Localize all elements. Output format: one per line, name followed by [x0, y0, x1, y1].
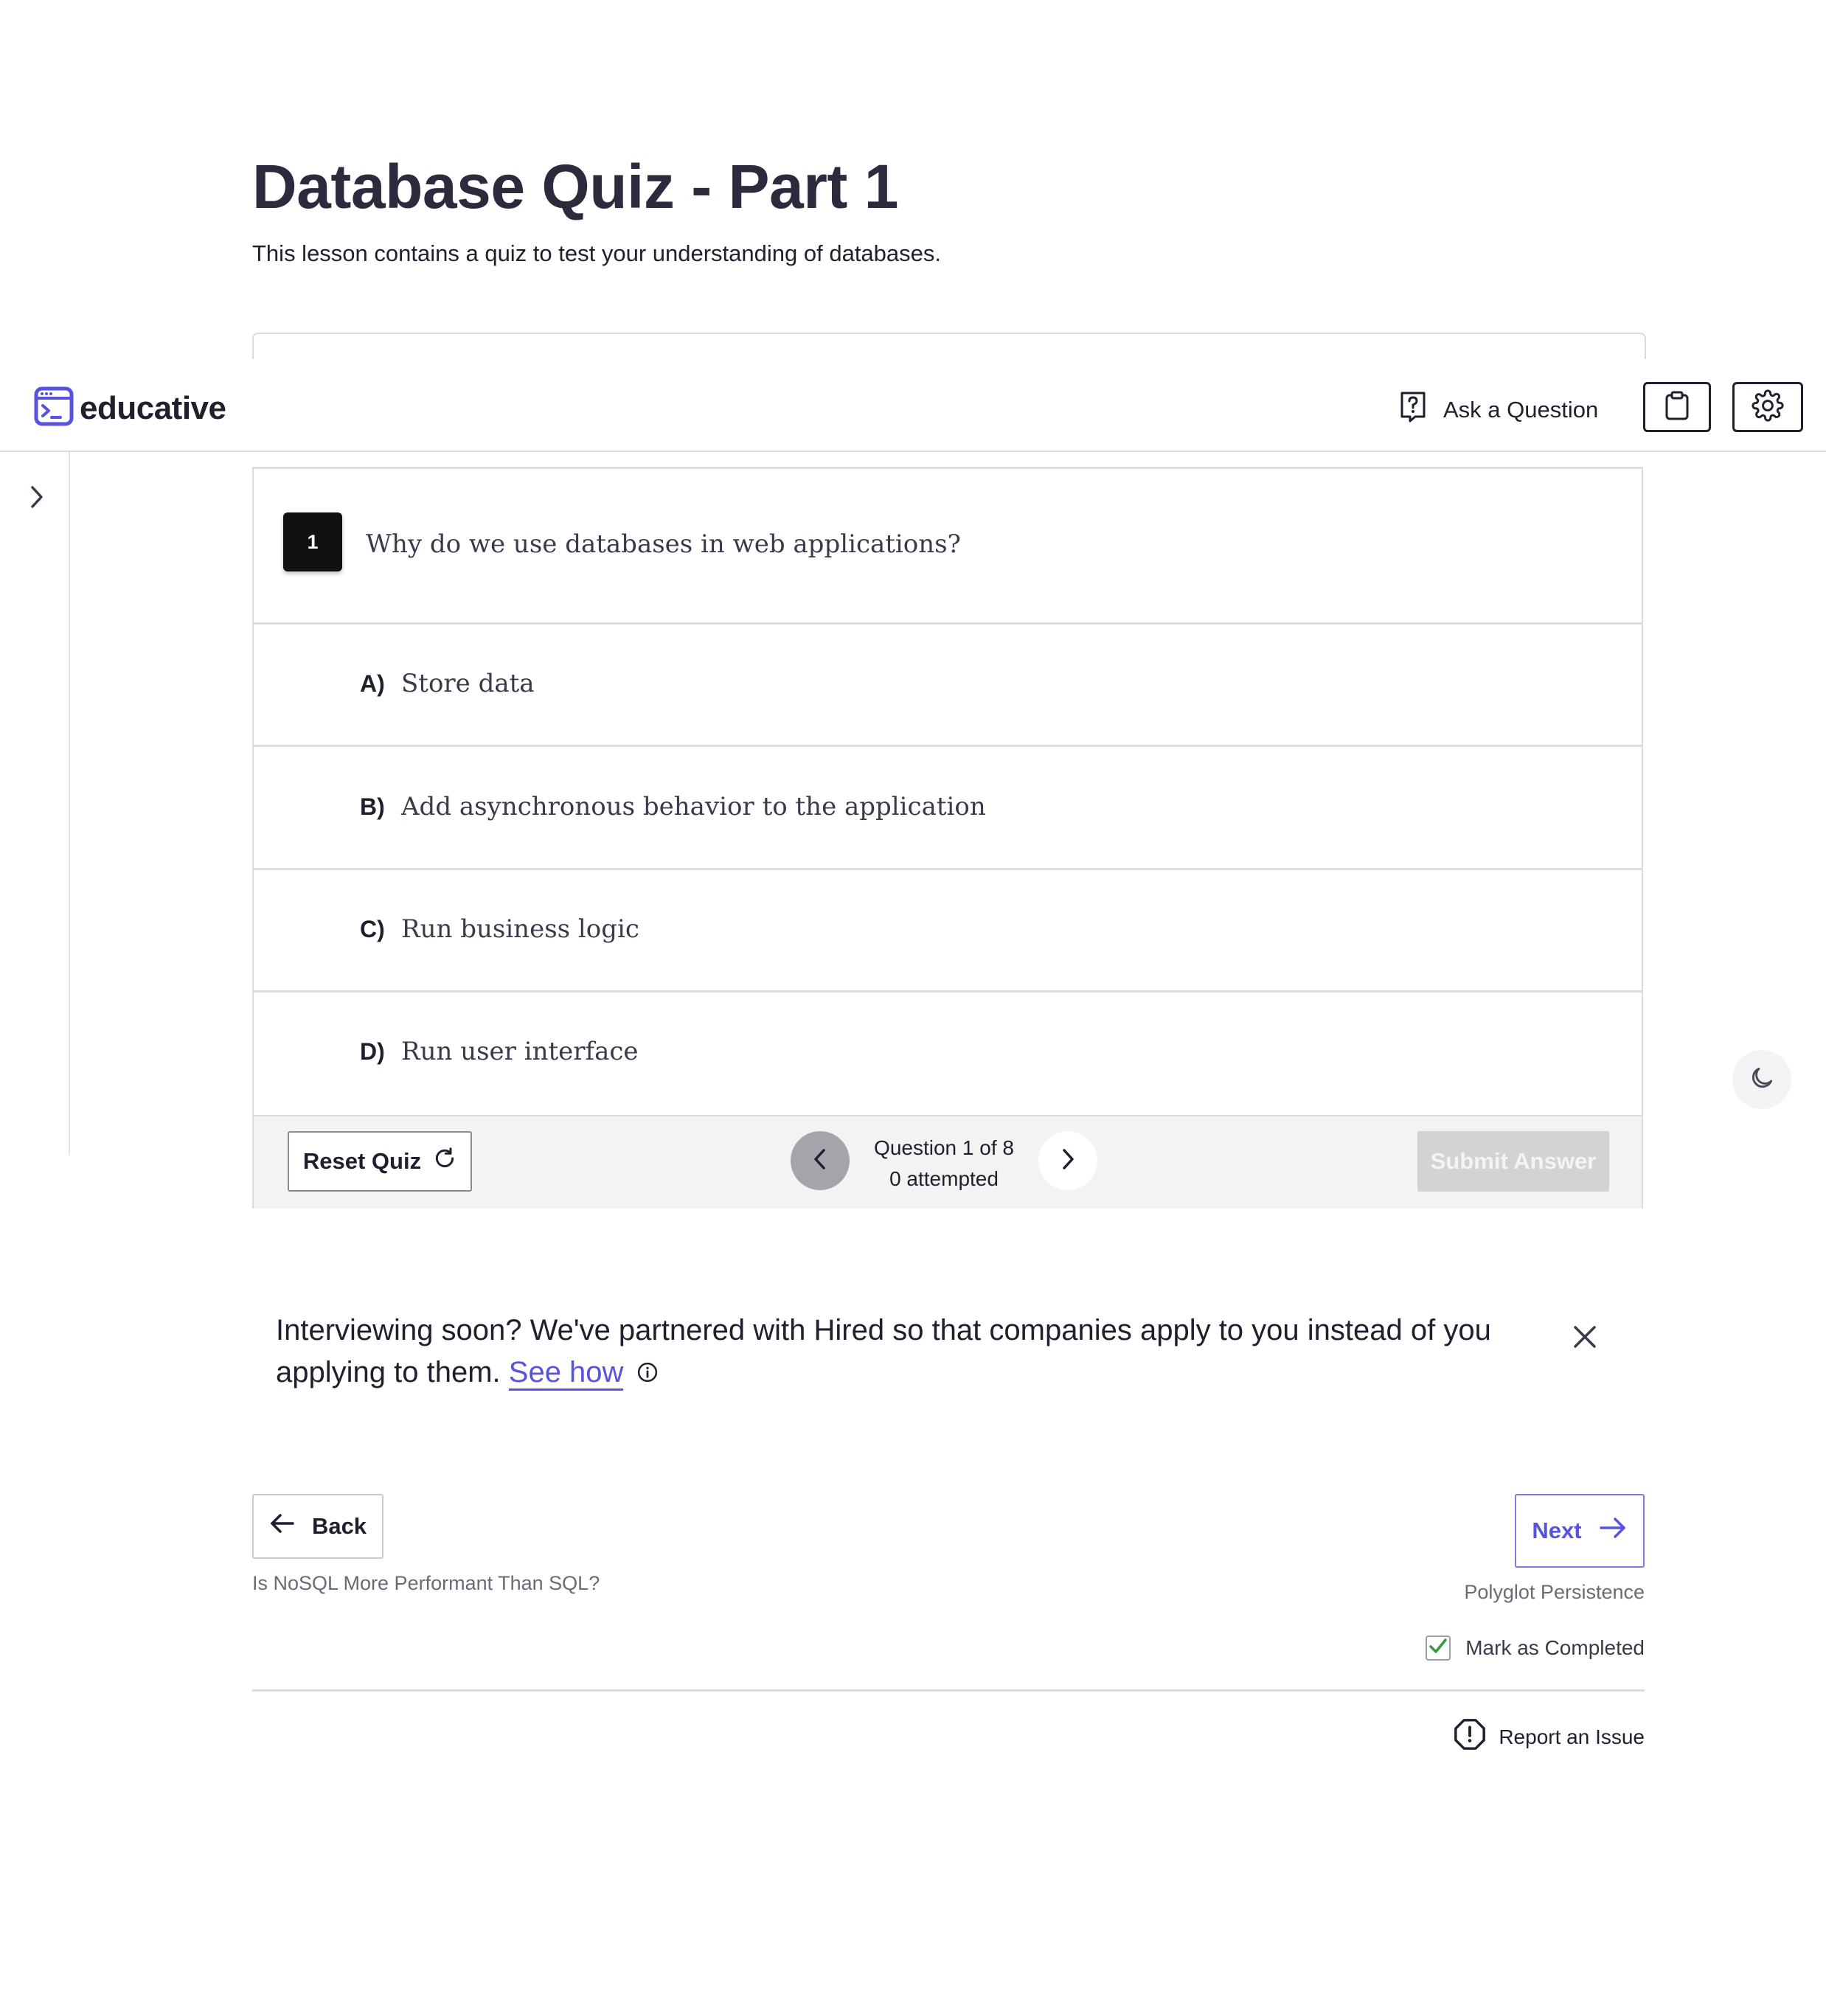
chevron-right-icon [29, 484, 45, 513]
previous-lesson-title[interactable]: Is NoSQL More Performant Than SQL? [252, 1572, 600, 1595]
report-issue-button[interactable]: Report an Issue [1445, 1717, 1645, 1756]
gear-icon [1752, 389, 1784, 425]
option-letter: C) [360, 915, 385, 942]
question-box-icon [1399, 391, 1427, 429]
reset-quiz-button[interactable]: Reset Quiz [288, 1131, 472, 1192]
chevron-left-icon [812, 1147, 828, 1175]
sidebar-border [69, 452, 70, 1155]
sidebar-expand-button[interactable] [22, 484, 52, 513]
arrow-left-icon [269, 1512, 296, 1540]
attempted-count: 0 attempted [889, 1167, 999, 1190]
promo-text: Interviewing soon? We've partnered with … [276, 1314, 1491, 1388]
logo-text: educative [80, 389, 226, 426]
next-question-button[interactable] [1038, 1131, 1097, 1190]
refresh-icon [433, 1147, 456, 1176]
back-button[interactable]: Back [252, 1494, 383, 1559]
option-letter: A) [360, 670, 385, 697]
option-letter: D) [360, 1037, 385, 1065]
page-title: Database Quiz - Part 1 [252, 152, 898, 221]
option-text: Run user interface [401, 1037, 639, 1066]
educative-logo[interactable]: educative [34, 386, 226, 430]
moon-icon [1748, 1064, 1776, 1096]
page-subtitle: This lesson contains a quiz to test your… [252, 240, 942, 266]
mark-completed-label: Mark as Completed [1465, 1636, 1645, 1659]
settings-button[interactable] [1732, 382, 1803, 432]
report-issue-label: Report an Issue [1499, 1725, 1645, 1748]
next-lesson-title[interactable]: Polyglot Persistence [1386, 1581, 1645, 1604]
completed-checkbox[interactable] [1426, 1636, 1451, 1661]
option-text: Run business logic [401, 914, 639, 944]
checkmark-icon [1428, 1636, 1448, 1660]
clipboard-button[interactable] [1643, 382, 1711, 432]
previous-question-button[interactable] [791, 1131, 850, 1190]
dark-mode-toggle[interactable] [1732, 1050, 1791, 1109]
close-promo-button[interactable] [1568, 1321, 1602, 1355]
clipboard-icon [1664, 391, 1690, 424]
option-text: Store data [401, 669, 535, 698]
answer-option-b[interactable]: B) Add asynchronous behavior to the appl… [254, 747, 1642, 866]
quiz-card-top-edge [252, 333, 1646, 361]
ask-question-button[interactable]: Ask a Question [1399, 391, 1598, 429]
next-label: Next [1532, 1518, 1582, 1543]
answer-option-c[interactable]: C) Run business logic [254, 869, 1642, 989]
answer-option-d[interactable]: D) Run user interface [254, 992, 1642, 1111]
reset-quiz-label: Reset Quiz [302, 1148, 422, 1174]
see-how-link[interactable]: See how [508, 1356, 624, 1391]
option-text: Add asynchronous behavior to the applica… [401, 792, 986, 821]
info-icon[interactable] [636, 1353, 659, 1395]
question-text: Why do we use databases in web applicati… [366, 529, 961, 559]
option-letter: B) [360, 793, 385, 820]
next-button[interactable]: Next [1515, 1494, 1645, 1568]
question-number-badge: 1 [283, 512, 342, 571]
answer-option-a[interactable]: A) Store data [254, 624, 1642, 743]
back-label: Back [311, 1513, 367, 1539]
mark-as-completed-toggle[interactable]: Mark as Completed [1423, 1636, 1645, 1661]
question-progress-label: Question 1 of 8 [874, 1136, 1014, 1159]
logo-icon [34, 386, 74, 430]
question-progress: Question 1 of 8 0 attempted [855, 1133, 1032, 1195]
ask-question-label: Ask a Question [1443, 397, 1599, 423]
close-icon [1572, 1324, 1597, 1353]
quiz-divider [254, 467, 1642, 469]
submit-answer-button[interactable]: Submit Answer [1417, 1131, 1609, 1192]
chevron-right-icon [1060, 1147, 1076, 1175]
footer-divider [252, 1689, 1645, 1692]
alert-octagon-icon [1453, 1717, 1487, 1756]
hired-promo: Interviewing soon? We've partnered with … [276, 1310, 1530, 1395]
arrow-right-icon [1598, 1516, 1628, 1546]
